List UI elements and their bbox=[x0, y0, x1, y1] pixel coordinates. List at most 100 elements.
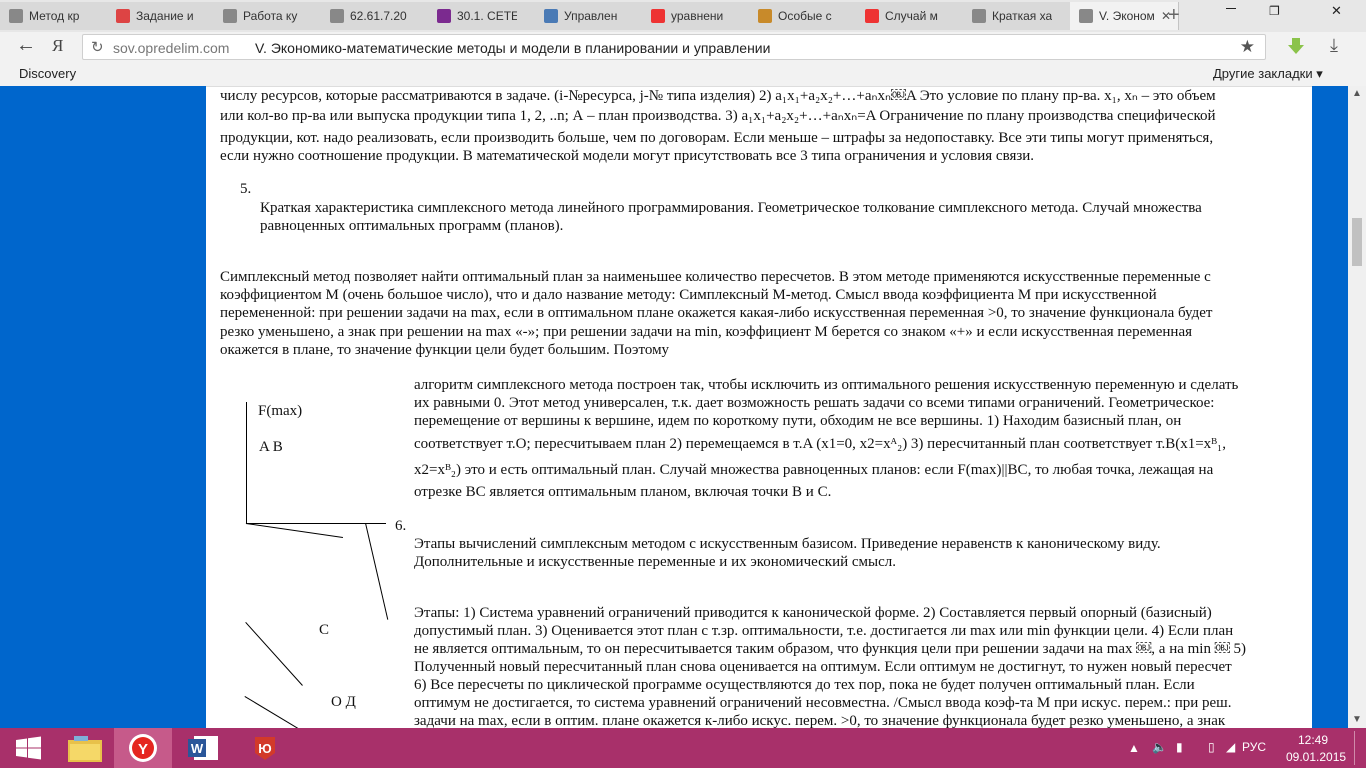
text-line: их равными 0. Этот метод универсален, т.… bbox=[414, 395, 1215, 411]
tab[interactable]: уравнени bbox=[642, 2, 751, 30]
tab[interactable]: V. Эконом ✕ bbox=[1070, 2, 1179, 30]
new-tab-button[interactable]: + bbox=[1168, 5, 1180, 25]
figure-label-od: O Д bbox=[331, 694, 356, 710]
left-margin-panel bbox=[0, 86, 206, 728]
word-icon: W bbox=[188, 736, 218, 760]
tab-label: Случай м bbox=[885, 9, 938, 23]
section-heading: равноценных оптимальных программ (планов… bbox=[260, 218, 564, 234]
text-line: задачи на max, если в оптим. плане окаже… bbox=[414, 713, 1226, 728]
address-domain: sov.opredelim.com bbox=[113, 40, 230, 56]
tab[interactable]: 30.1. СЕТЕ bbox=[428, 2, 537, 30]
text-line: резко уменьшено, а знак при решении на m… bbox=[220, 324, 1192, 340]
tab[interactable]: Случай м bbox=[856, 2, 965, 30]
doc-icon bbox=[972, 9, 986, 23]
tab-label: Краткая ха bbox=[992, 9, 1052, 23]
doc-icon bbox=[223, 9, 237, 23]
network-icon[interactable]: ◢ bbox=[1226, 740, 1235, 754]
bookmarks-bar: Discovery Другие закладки ▾ bbox=[0, 62, 1366, 87]
text-line: алгоритм симплексного метода построен та… bbox=[414, 377, 1239, 393]
doc-icon bbox=[1079, 9, 1093, 23]
battery-icon[interactable]: ▯ bbox=[1208, 740, 1215, 754]
y-axis-line bbox=[246, 402, 247, 524]
text-line: допустимый план. 3) Оценивается этот пла… bbox=[414, 623, 1234, 639]
volume-icon[interactable]: 🔈 bbox=[1152, 740, 1167, 754]
tab-label: Задание и bbox=[136, 9, 194, 23]
clock-time[interactable]: 12:49 bbox=[1298, 733, 1328, 747]
tab-label: Управлен bbox=[564, 9, 618, 23]
tab-label: уравнени bbox=[671, 9, 724, 23]
text-line: оптимум не достигается, то система уравн… bbox=[414, 695, 1232, 711]
yandex-browser-button[interactable]: Y bbox=[114, 728, 172, 768]
text-line: окажется в плане, то значение функции це… bbox=[220, 342, 670, 358]
page-content: ▲ ▼ числу ресурсов, которые рассматриваю… bbox=[0, 86, 1366, 728]
text-line: не является оптимальным, то он пересчиты… bbox=[414, 641, 1246, 657]
doc-icon bbox=[330, 9, 344, 23]
downloads-icon[interactable]: ⤓ bbox=[1330, 35, 1338, 56]
tab[interactable]: Краткая ха bbox=[963, 2, 1072, 30]
app-button[interactable]: Ю bbox=[236, 728, 294, 768]
svg-text:Ю: Ю bbox=[258, 741, 271, 756]
tab[interactable]: Работа ку bbox=[214, 2, 323, 30]
scrollbar[interactable]: ▲ ▼ bbox=[1348, 86, 1366, 728]
text-line: 6) Все пересчеты по циклической программ… bbox=[414, 677, 1195, 693]
address-bar[interactable]: ↻ sov.opredelim.com V. Экономико-математ… bbox=[82, 34, 1266, 60]
svg-text:W: W bbox=[191, 741, 204, 756]
start-button[interactable] bbox=[0, 728, 58, 768]
tab[interactable]: Особые с bbox=[749, 2, 858, 30]
reload-icon[interactable]: ↻ bbox=[91, 38, 104, 56]
bookmark-star-icon[interactable]: ★ bbox=[1240, 37, 1255, 57]
section-heading: Этапы вычислений симплексным методом с и… bbox=[414, 536, 1161, 552]
shield-app-icon: Ю bbox=[255, 737, 275, 760]
language-indicator[interactable]: РУС bbox=[1242, 740, 1266, 754]
bookmark-discovery[interactable]: Discovery bbox=[19, 66, 76, 81]
figure-label-ab: A B bbox=[259, 439, 283, 455]
download-arrow-icon[interactable] bbox=[1286, 36, 1306, 56]
close-icon[interactable]: ✕ bbox=[1331, 3, 1342, 19]
text-line: или кол-во пр-ва или выпуска продукции т… bbox=[220, 108, 1216, 124]
show-desktop-button[interactable] bbox=[1354, 731, 1355, 765]
text-line: коэффициентом М (очень большое число), ч… bbox=[220, 287, 1157, 303]
text-line: отрезке BC является оптимальным планом, … bbox=[414, 484, 832, 500]
clock-date[interactable]: 09.01.2015 bbox=[1286, 750, 1346, 764]
explorer-button[interactable] bbox=[56, 728, 114, 768]
signal-icon[interactable]: ▮ bbox=[1176, 740, 1183, 754]
tab[interactable]: Управлен bbox=[535, 2, 644, 30]
hat-icon bbox=[758, 9, 772, 23]
tab-bar: Метод кр Задание и Работа ку 62.61.7.20 30.1… bbox=[0, 0, 1366, 32]
tab-label: Особые с bbox=[778, 9, 832, 23]
tab-label: 30.1. СЕТЕ bbox=[457, 9, 517, 23]
right-margin-panel bbox=[1312, 86, 1348, 728]
tab-label: 62.61.7.20 bbox=[350, 9, 407, 23]
text-line: Симплексный метод позволяет найти оптима… bbox=[220, 269, 1211, 285]
star-icon bbox=[437, 9, 451, 23]
section-heading: Краткая характеристика симплексного мето… bbox=[260, 200, 1202, 216]
yandex-browser-icon: Y bbox=[129, 734, 157, 762]
rocket-icon bbox=[544, 9, 558, 23]
other-bookmarks[interactable]: Другие закладки ▾ bbox=[1213, 66, 1323, 82]
minimize-icon[interactable] bbox=[1226, 8, 1236, 10]
yandex-icon bbox=[865, 9, 879, 23]
list-number: 5. bbox=[240, 181, 252, 197]
tray-arrow-icon[interactable]: ▲ bbox=[1128, 741, 1140, 755]
back-arrow-icon[interactable]: ← bbox=[16, 35, 36, 55]
scroll-down-icon[interactable]: ▼ bbox=[1352, 714, 1362, 725]
text-line: если нужно соотношение продукции. В мате… bbox=[220, 148, 1035, 164]
text-line: перемещение от вершины к вершине, идем п… bbox=[414, 413, 1182, 429]
tab[interactable]: Задание и bbox=[107, 2, 216, 30]
section-heading: Дополнительные и искусственные переменны… bbox=[414, 554, 897, 570]
tab[interactable]: Метод кр bbox=[0, 2, 109, 30]
diagonal-line bbox=[244, 696, 314, 728]
list-number: 6. bbox=[395, 518, 407, 534]
folder-icon bbox=[68, 736, 102, 762]
svg-text:Y: Y bbox=[138, 741, 148, 758]
tab-label: V. Эконом bbox=[1099, 9, 1155, 23]
yandex-icon[interactable]: Я bbox=[52, 36, 63, 56]
restore-icon[interactable]: ❐ bbox=[1269, 4, 1280, 18]
tab[interactable]: 62.61.7.20 bbox=[321, 2, 430, 30]
word-button[interactable]: W bbox=[176, 728, 234, 768]
tab-label: Работа ку bbox=[243, 9, 298, 23]
scrollbar-thumb[interactable] bbox=[1352, 218, 1362, 266]
gmail-icon bbox=[116, 9, 130, 23]
scroll-up-icon[interactable]: ▲ bbox=[1352, 88, 1362, 99]
browser-toolbar: ← Я ↻ sov.opredelim.com V. Экономико-мат… bbox=[0, 32, 1366, 62]
